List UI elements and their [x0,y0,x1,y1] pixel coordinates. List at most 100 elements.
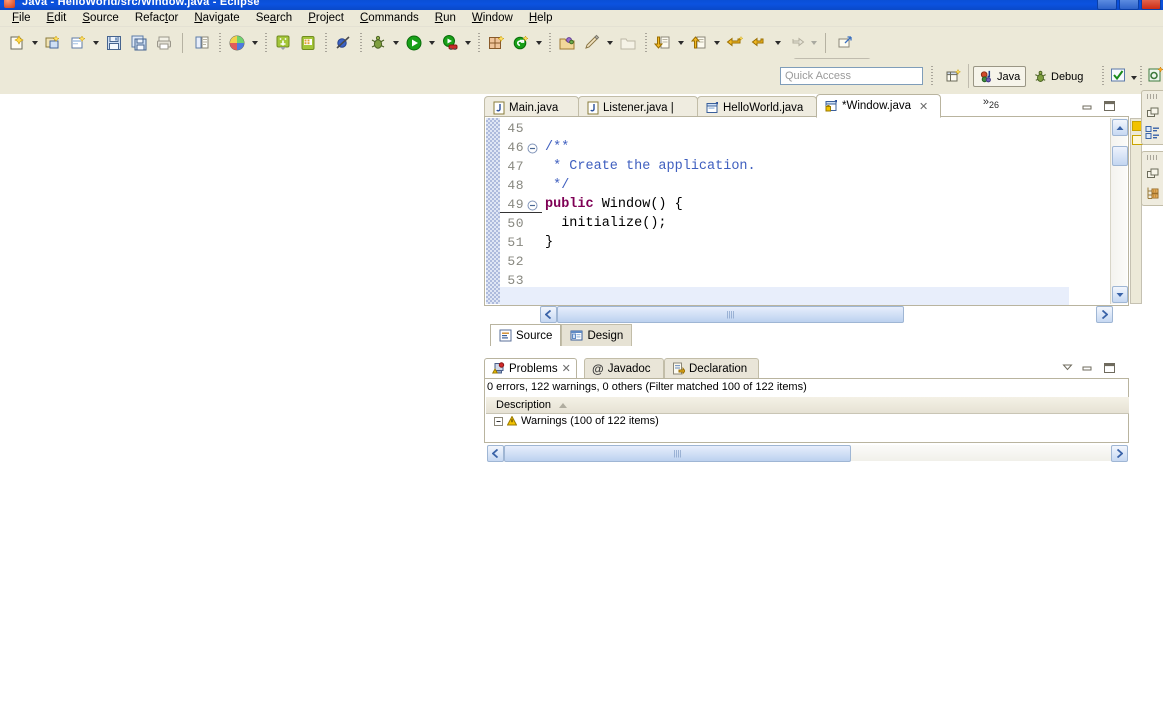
vertical-scroll-thumb[interactable] [1112,146,1128,166]
menu-item-refactor[interactable]: Refactor [127,10,186,26]
menu-item-window[interactable]: Window [464,10,521,26]
new-package-icon[interactable] [41,31,65,55]
new-class-icon[interactable] [66,31,90,55]
paint-icon[interactable] [580,31,604,55]
problems-table[interactable]: 0 errors, 122 warnings, 0 others (Filter… [484,378,1129,462]
scroll-right-button[interactable] [1096,306,1113,323]
menu-item-search[interactable]: Search [248,10,300,26]
run-dropdown-arrow[interactable] [427,33,436,53]
task-check-icon[interactable] [1110,67,1127,87]
menu-item-project[interactable]: Project [300,10,352,26]
tab-design[interactable]: Design [561,324,633,346]
forward-icon[interactable] [784,31,808,55]
debug-dropdown-arrow[interactable] [391,33,400,53]
menu-item-commands[interactable]: Commands [352,10,427,26]
perspective-java[interactable]: Java [973,66,1027,87]
scroll-left-button[interactable] [540,306,557,323]
fast-view-drag-handle[interactable] [1146,155,1159,160]
new-android-project-icon[interactable] [1147,66,1163,86]
window-maximize-button[interactable] [1119,0,1139,10]
next-annotation-icon[interactable] [651,31,675,55]
back-icon[interactable] [748,31,772,55]
color-wheel-icon[interactable] [225,31,249,55]
horizontal-scroll-thumb[interactable]: |||| [557,306,904,323]
android-avd-manager-icon[interactable] [296,31,320,55]
menu-item-help[interactable]: Help [521,10,561,26]
close-project-icon[interactable] [616,31,640,55]
open-perspective-button[interactable] [942,66,964,87]
problems-minimize-button[interactable] [1081,362,1094,373]
editor-horizontal-scrollbar[interactable]: |||| [540,306,1113,323]
fold-collapse-icon[interactable] [527,143,538,154]
code-text[interactable]: /** * Create the application. */ public … [545,118,1070,304]
run-icon[interactable] [402,31,426,55]
column-header-description[interactable]: Description [496,399,551,411]
problems-column-header[interactable]: Description [486,397,1129,414]
debug-icon[interactable] [366,31,390,55]
hierarchy-icon[interactable] [1142,183,1163,203]
toggle-mark-occurrences-icon[interactable] [190,31,214,55]
problems-tab-close-icon[interactable]: ✕ [562,362,571,375]
scroll-up-button[interactable] [1112,119,1128,136]
previous-annotation-dropdown-arrow[interactable] [712,33,721,53]
external-tools-icon[interactable] [438,31,462,55]
color-wheel-dropdown-arrow[interactable] [250,33,259,53]
editor-tab-window-java[interactable]: *Window.java ✕ [816,94,941,118]
task-dropdown-arrow[interactable] [1129,68,1138,88]
row-expander-icon[interactable] [494,416,503,426]
editor-tab-close-icon[interactable]: ✕ [919,100,928,113]
scroll-down-button[interactable] [1112,286,1128,303]
view-tab-javadoc[interactable]: @ Javadoc [584,358,664,378]
quick-access-input[interactable]: Quick Access [780,67,923,85]
android-sdk-manager-icon[interactable] [271,31,295,55]
open-project-icon[interactable] [555,31,579,55]
outline-icon[interactable] [1142,122,1163,142]
new-google-icon[interactable] [509,31,533,55]
perspective-debug[interactable]: Debug [1028,66,1088,87]
new-window-builder-icon[interactable] [484,31,508,55]
restore-icon[interactable] [1142,102,1163,122]
menu-item-edit[interactable]: Edit [39,10,75,26]
new-wizard-icon[interactable] [5,31,29,55]
menu-item-source[interactable]: Source [74,10,126,26]
problems-scroll-left-button[interactable] [487,445,504,462]
tab-source[interactable]: Source [490,324,562,346]
next-annotation-dropdown-arrow[interactable] [676,33,685,53]
save-all-icon[interactable] [127,31,151,55]
editor-minimize-button[interactable] [1080,100,1094,112]
editor-maximize-button[interactable] [1102,100,1116,112]
pin-editor-icon[interactable] [833,31,857,55]
problems-scroll-right-button[interactable] [1111,445,1128,462]
fast-view-stack-outline[interactable] [1141,90,1163,145]
menu-item-run[interactable]: Run [427,10,464,26]
editor-tab-helloworld-java[interactable]: HelloWorld.java [697,96,817,118]
problems-maximize-button[interactable] [1103,362,1116,374]
skip-breakpoints-icon[interactable] [331,31,355,55]
fast-view-stack-package-explorer[interactable] [1141,151,1163,206]
new-class-dropdown-arrow[interactable] [91,33,100,53]
window-close-button[interactable] [1141,0,1161,10]
view-tab-declaration[interactable]: Declaration [664,358,759,378]
save-icon[interactable] [102,31,126,55]
menu-item-navigate[interactable]: Navigate [186,10,247,26]
editor-tab-overflow-chevron[interactable]: »26 [983,96,999,110]
new-google-dropdown-arrow[interactable] [534,33,543,53]
menu-item-file[interactable]: FFileile [4,10,39,26]
previous-annotation-icon[interactable] [687,31,711,55]
editor-tab-listener-java[interactable]: Listener.java | [578,96,698,118]
code-editor[interactable]: 45 46 47 48 49 50 51 52 53 54 / [484,116,1143,307]
paint-dropdown-arrow[interactable] [605,33,614,53]
fold-collapse-icon[interactable] [527,200,538,211]
external-tools-dropdown-arrow[interactable] [463,33,472,53]
restore-icon[interactable] [1142,163,1163,183]
annotation-ruler[interactable] [486,118,500,304]
back-dropdown-arrow[interactable] [773,33,782,53]
new-dropdown-arrow[interactable] [30,33,39,53]
problems-view-menu-button[interactable] [1061,362,1074,372]
table-row[interactable]: Warnings (100 of 122 items) [486,415,1129,427]
editor-tab-main-java[interactable]: Main.java [484,96,579,118]
problems-horizontal-scrollbar[interactable]: |||| [487,445,1128,462]
window-minimize-button[interactable] [1097,0,1117,10]
last-edit-location-icon[interactable] [723,31,747,55]
fast-view-drag-handle[interactable] [1146,94,1159,99]
